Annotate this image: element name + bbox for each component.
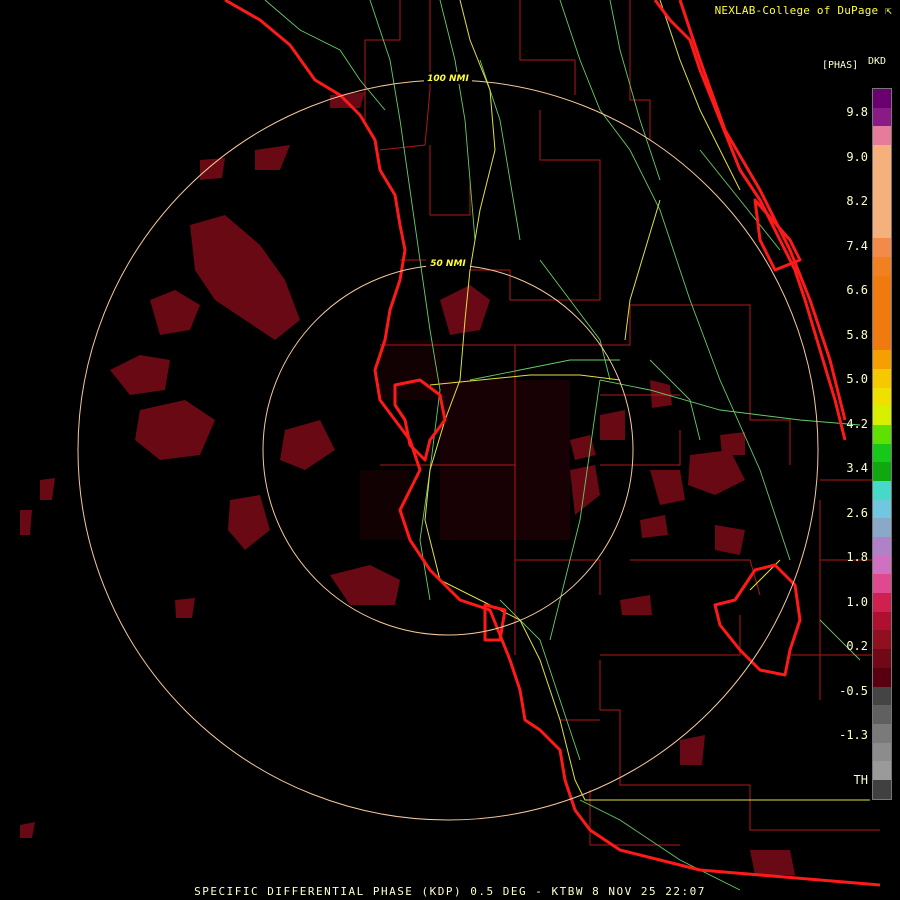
color-scale-tick: 5.0 [846, 372, 868, 386]
color-scale-swatch [873, 443, 891, 463]
color-scale-swatch [873, 294, 891, 314]
color-scale-swatch [873, 182, 891, 202]
color-scale-tick: 9.8 [846, 105, 868, 119]
color-scale-swatch [873, 163, 891, 183]
color-scale-swatch [873, 313, 891, 332]
color-scale-tick: 9.0 [846, 149, 868, 164]
color-scale-swatch [873, 257, 891, 276]
color-scale-swatch [873, 537, 891, 556]
color-scale-swatch [873, 667, 891, 687]
color-scale-swatch [873, 649, 891, 668]
color-scale-swatch [873, 611, 891, 631]
color-scale-swatch [873, 499, 891, 519]
color-scale-swatch [873, 331, 891, 351]
color-scale-tick: 7.4 [846, 238, 868, 253]
color-scale-tick: TH [853, 772, 868, 787]
color-scale-tick: 0.2 [846, 639, 868, 653]
legend-header: [PHAS] DKD [822, 56, 886, 71]
color-scale [872, 88, 892, 800]
color-scale-swatch [873, 481, 891, 500]
color-scale-swatch [873, 462, 891, 482]
color-scale-tick: 1.0 [846, 594, 868, 609]
color-scale-swatch [873, 201, 891, 220]
color-scale-swatch [873, 425, 891, 444]
color-scale-tick: 5.8 [846, 327, 868, 342]
color-scale-swatch [873, 238, 891, 258]
color-scale-tick: 6.6 [846, 283, 868, 297]
color-scale-swatch [873, 686, 891, 706]
color-scale-swatch [873, 705, 891, 724]
color-scale-swatch [873, 761, 891, 780]
color-scale-swatch [873, 518, 891, 538]
color-scale-tick: 8.2 [846, 194, 868, 208]
color-scale-swatch [873, 742, 891, 762]
legend-code: DKD [868, 56, 887, 67]
color-scale-swatch [873, 555, 891, 575]
color-scale-swatch [873, 779, 891, 799]
color-scale-swatch [873, 406, 891, 426]
color-scale-swatch [873, 275, 891, 295]
color-scale-swatch [873, 723, 891, 743]
ring-label-100: 100 NMI [427, 74, 469, 84]
color-scale-swatch [873, 387, 891, 407]
color-scale-tick: 1.8 [846, 550, 868, 564]
color-scale-swatch [873, 126, 891, 146]
color-scale-tick: 4.2 [846, 416, 868, 431]
color-scale-swatch [873, 145, 891, 164]
legend-title: [PHAS] [822, 60, 859, 71]
color-scale-swatch [873, 89, 891, 108]
credit-text: NEXLAB-College of DuPage [714, 4, 879, 17]
ring-label-50: 50 NMI [430, 259, 466, 269]
color-scale-tick: -0.5 [839, 683, 868, 698]
product-caption: SPECIFIC DIFFERENTIAL PHASE (KDP) 0.5 DE… [194, 885, 706, 898]
color-scale-swatch [873, 574, 891, 594]
color-scale-tick: 2.6 [846, 505, 868, 520]
radar-map: 100 NMI 50 NMI [0, 0, 900, 900]
credit-label: NEXLAB-College of DuPage ⇱ [715, 4, 892, 17]
arrow-corner-icon: ⇱ [885, 4, 892, 17]
color-scale-tick: 3.4 [846, 461, 868, 475]
color-scale-swatch [873, 593, 891, 612]
color-scale-tick: -1.3 [839, 728, 868, 742]
color-scale-swatch [873, 369, 891, 388]
color-scale-swatch [873, 107, 891, 127]
color-scale-swatch [873, 630, 891, 650]
color-scale-swatch [873, 219, 891, 239]
color-scale-swatch [873, 350, 891, 370]
